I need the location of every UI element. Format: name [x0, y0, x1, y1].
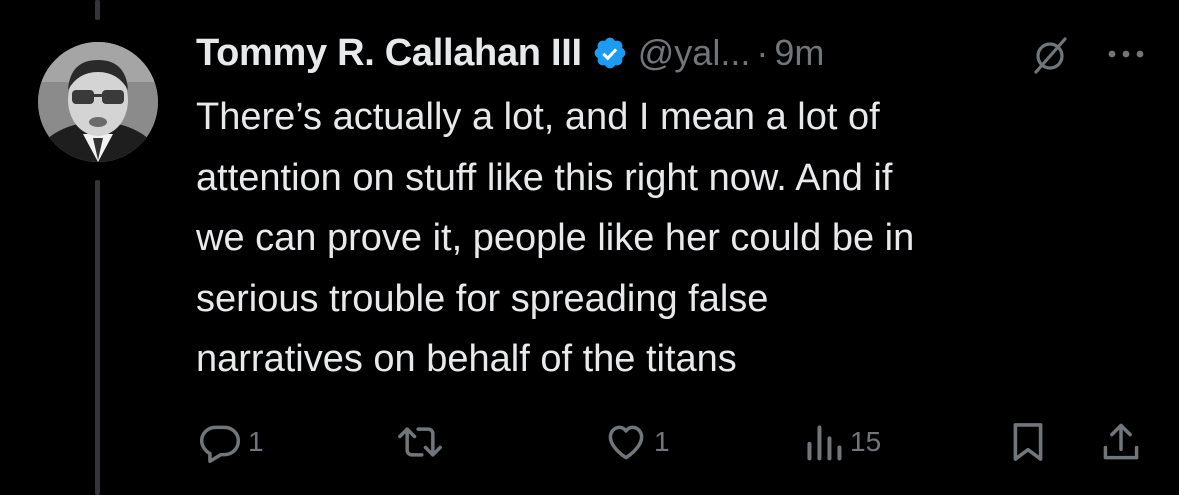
display-name[interactable]: Tommy R. Callahan III — [196, 32, 582, 75]
views-count: 15 — [850, 426, 882, 457]
verified-badge-icon[interactable] — [592, 35, 628, 71]
tweet-header: Tommy R. Callahan III @yal... · 9m — [196, 28, 1156, 78]
like-icon — [608, 425, 644, 460]
user-handle[interactable]: @yal... — [638, 32, 751, 74]
tweet-text: There’s actually a lot, and I mean a lot… — [196, 87, 1146, 390]
avatar-photo — [38, 42, 158, 162]
reply-count: 1 — [248, 426, 264, 457]
tweet-text-line: attention on stuff like this right now. … — [196, 156, 893, 199]
tweet-text-line: There’s actually a lot, and I mean a lot… — [196, 96, 880, 138]
views-button[interactable]: 15 — [804, 420, 881, 464]
retweet-button[interactable] — [395, 420, 451, 464]
tweet-text-line: we can prove it, people like her could b… — [196, 217, 915, 259]
bookmark-button[interactable] — [1010, 420, 1046, 464]
avatar[interactable] — [38, 42, 158, 162]
action-bar: 1 1 15 — [0, 410, 1179, 470]
thread-line-top — [95, 0, 100, 20]
retweet-icon — [398, 427, 442, 457]
tweet-text-line: serious trouble for spreading false — [196, 277, 769, 320]
more-icon[interactable] — [1102, 34, 1150, 74]
like-count: 1 — [654, 426, 670, 457]
mute-icon[interactable] — [1030, 34, 1070, 74]
share-button[interactable] — [1099, 420, 1143, 464]
views-icon — [807, 425, 842, 461]
tweet-text-line: narratives on behalf of the titans — [196, 338, 737, 380]
share-icon — [1103, 423, 1139, 460]
like-button[interactable]: 1 — [604, 420, 670, 464]
separator-dot: · — [756, 32, 769, 73]
timestamp[interactable]: 9m — [774, 32, 824, 74]
reply-button[interactable]: 1 — [198, 420, 264, 464]
bookmark-icon — [1013, 423, 1043, 461]
reply-icon — [199, 425, 241, 463]
